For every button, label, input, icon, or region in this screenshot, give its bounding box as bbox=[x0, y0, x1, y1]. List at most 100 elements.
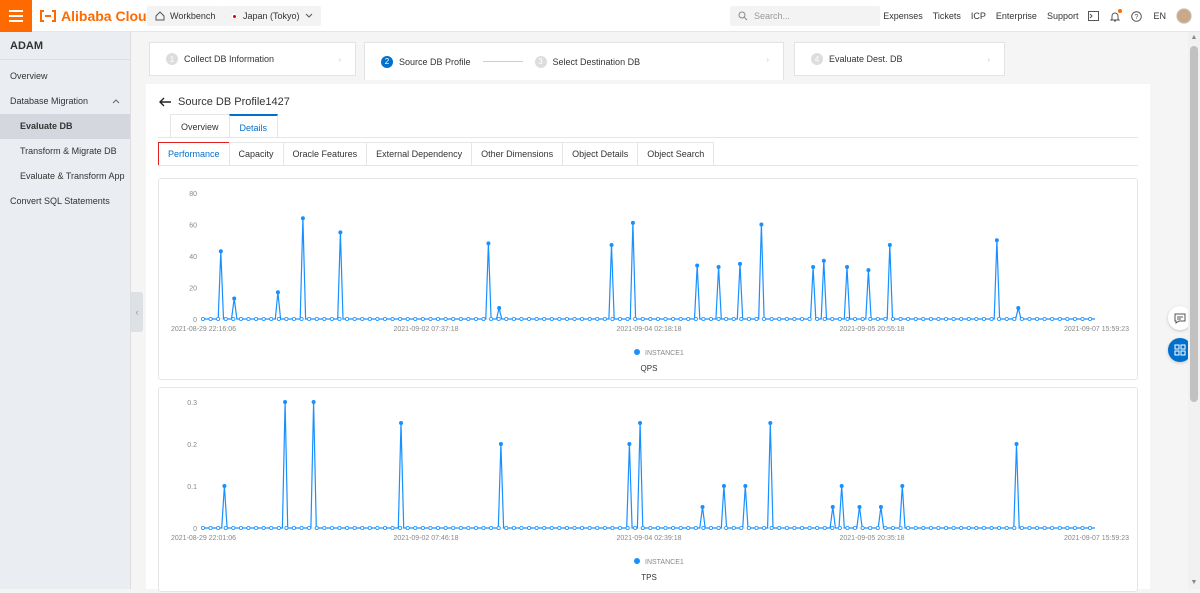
data-point[interactable] bbox=[989, 316, 994, 321]
data-point[interactable] bbox=[352, 316, 357, 321]
data-point[interactable] bbox=[299, 316, 304, 321]
step-source-db-profile[interactable]: 2 Source DB Profile 3 Select Destination… bbox=[364, 42, 784, 80]
data-point-peak[interactable] bbox=[994, 238, 999, 243]
data-point-peak[interactable] bbox=[887, 242, 892, 247]
data-point-peak[interactable] bbox=[638, 421, 643, 425]
sidebar-item-evaluate-db[interactable]: Evaluate DB bbox=[0, 114, 130, 139]
data-point[interactable] bbox=[420, 525, 425, 530]
data-point[interactable] bbox=[1042, 525, 1047, 530]
data-point[interactable] bbox=[671, 525, 676, 530]
data-point-peak[interactable] bbox=[218, 249, 223, 254]
data-point[interactable] bbox=[428, 316, 433, 321]
data-point[interactable] bbox=[496, 525, 501, 530]
data-point[interactable] bbox=[276, 316, 281, 321]
data-point-peak[interactable] bbox=[486, 241, 491, 246]
data-point[interactable] bbox=[413, 316, 418, 321]
language-switch[interactable]: EN bbox=[1153, 11, 1166, 21]
icp-link[interactable]: ICP bbox=[971, 11, 986, 21]
data-point[interactable] bbox=[928, 525, 933, 530]
data-point-peak[interactable] bbox=[1016, 305, 1021, 310]
data-point[interactable] bbox=[527, 316, 532, 321]
back-arrow-icon[interactable] bbox=[158, 97, 172, 107]
scrollbar-thumb[interactable] bbox=[1190, 46, 1198, 402]
data-point[interactable] bbox=[981, 316, 986, 321]
page-scrollbar[interactable]: ▲ ▼ bbox=[1188, 32, 1200, 589]
subtab-object-search[interactable]: Object Search bbox=[637, 142, 715, 166]
data-point-peak[interactable] bbox=[498, 442, 503, 446]
data-point[interactable] bbox=[337, 525, 342, 530]
scroll-up-icon[interactable]: ▲ bbox=[1188, 32, 1200, 44]
data-point[interactable] bbox=[284, 316, 289, 321]
data-point[interactable] bbox=[799, 525, 804, 530]
terminal-icon[interactable] bbox=[1088, 11, 1100, 21]
data-point[interactable] bbox=[231, 525, 236, 530]
data-point[interactable] bbox=[511, 525, 516, 530]
data-point[interactable] bbox=[595, 316, 600, 321]
data-point[interactable] bbox=[951, 316, 956, 321]
data-point-peak[interactable] bbox=[627, 442, 632, 446]
data-point[interactable] bbox=[610, 316, 615, 321]
sidebar-collapse-handle[interactable]: ‹ bbox=[131, 292, 143, 332]
data-point[interactable] bbox=[1057, 316, 1062, 321]
data-point[interactable] bbox=[405, 525, 410, 530]
region-selector[interactable]: Japan (Tokyo) bbox=[222, 6, 321, 26]
data-point-peak[interactable] bbox=[878, 505, 883, 509]
hamburger-menu-icon[interactable] bbox=[0, 0, 32, 32]
sidebar-item-transform-migrate-db[interactable]: Transform & Migrate DB bbox=[0, 139, 130, 164]
data-point[interactable] bbox=[890, 525, 895, 530]
data-point[interactable] bbox=[625, 525, 630, 530]
data-point[interactable] bbox=[769, 525, 774, 530]
data-point[interactable] bbox=[716, 525, 721, 530]
user-avatar[interactable] bbox=[1176, 8, 1192, 24]
data-point[interactable] bbox=[663, 316, 668, 321]
subtab-other-dimensions[interactable]: Other Dimensions bbox=[471, 142, 564, 166]
data-point[interactable] bbox=[936, 316, 941, 321]
data-point[interactable] bbox=[261, 525, 266, 530]
data-point[interactable] bbox=[504, 316, 509, 321]
data-point[interactable] bbox=[307, 316, 312, 321]
data-point[interactable] bbox=[443, 525, 448, 530]
subtab-performance[interactable]: Performance bbox=[158, 142, 230, 166]
data-point[interactable] bbox=[830, 316, 835, 321]
data-point[interactable] bbox=[519, 525, 524, 530]
data-point-peak[interactable] bbox=[759, 222, 764, 227]
data-point[interactable] bbox=[360, 316, 365, 321]
data-point[interactable] bbox=[663, 525, 668, 530]
data-point[interactable] bbox=[989, 525, 994, 530]
data-point[interactable] bbox=[458, 316, 463, 321]
data-point[interactable] bbox=[238, 525, 243, 530]
data-point[interactable] bbox=[496, 316, 501, 321]
data-point[interactable] bbox=[246, 316, 251, 321]
enterprise-link[interactable]: Enterprise bbox=[996, 11, 1037, 21]
data-point[interactable] bbox=[276, 525, 281, 530]
data-point[interactable] bbox=[322, 525, 327, 530]
data-point[interactable] bbox=[724, 525, 729, 530]
data-point[interactable] bbox=[959, 316, 964, 321]
data-point-peak[interactable] bbox=[866, 268, 871, 273]
data-point[interactable] bbox=[337, 316, 342, 321]
data-point[interactable] bbox=[997, 316, 1002, 321]
data-point[interactable] bbox=[382, 525, 387, 530]
search-input[interactable]: Search... bbox=[730, 6, 880, 26]
tickets-link[interactable]: Tickets bbox=[933, 11, 961, 21]
data-point[interactable] bbox=[807, 316, 812, 321]
expenses-link[interactable]: Expenses bbox=[883, 11, 923, 21]
sidebar-item-database-migration[interactable]: Database Migration bbox=[0, 89, 130, 114]
data-point-peak[interactable] bbox=[283, 400, 288, 404]
tab-overview[interactable]: Overview bbox=[170, 114, 230, 138]
help-icon[interactable]: ? bbox=[1131, 10, 1143, 22]
data-point[interactable] bbox=[875, 316, 880, 321]
data-point[interactable] bbox=[1027, 525, 1032, 530]
data-point[interactable] bbox=[868, 525, 873, 530]
data-point[interactable] bbox=[883, 525, 888, 530]
data-point-peak[interactable] bbox=[857, 505, 862, 509]
data-point[interactable] bbox=[314, 316, 319, 321]
data-point-peak[interactable] bbox=[743, 484, 748, 488]
data-point[interactable] bbox=[618, 316, 623, 321]
data-point[interactable] bbox=[1065, 525, 1070, 530]
data-point[interactable] bbox=[845, 316, 850, 321]
data-point[interactable] bbox=[868, 316, 873, 321]
data-point[interactable] bbox=[1027, 316, 1032, 321]
data-point[interactable] bbox=[777, 525, 782, 530]
data-point[interactable] bbox=[784, 316, 789, 321]
